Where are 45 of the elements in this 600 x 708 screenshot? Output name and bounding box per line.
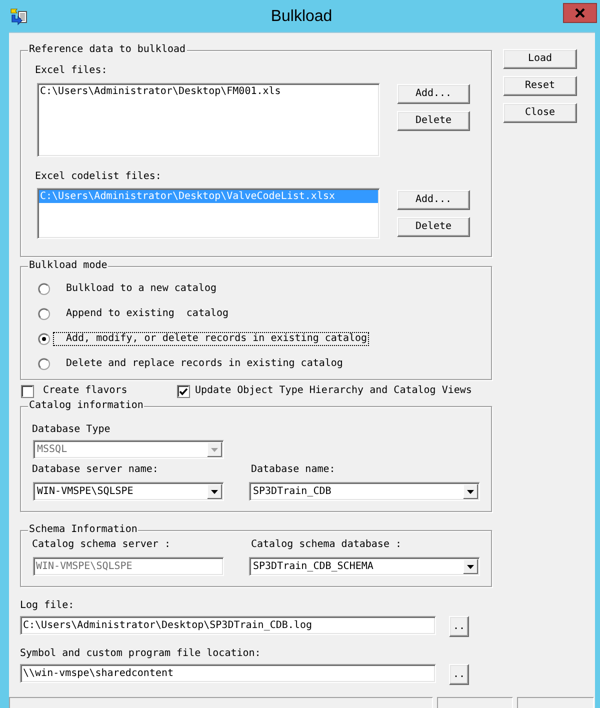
radio-button[interactable] bbox=[38, 358, 50, 370]
field-label: Database Type bbox=[32, 423, 112, 437]
dropdown-arrow-icon[interactable] bbox=[463, 559, 478, 574]
delete-button[interactable]: Delete bbox=[397, 111, 470, 131]
list-item[interactable]: C:\Users\Administrator\Desktop\FM001.xls bbox=[39, 85, 378, 98]
field-label: Database server name: bbox=[32, 463, 160, 477]
close-button[interactable]: Close bbox=[503, 103, 577, 123]
checkbox[interactable] bbox=[177, 384, 190, 398]
field-label: Excel codelist files: bbox=[35, 170, 162, 184]
checkbox[interactable] bbox=[21, 384, 34, 398]
radio-label[interactable]: Bulkload to a new catalog bbox=[53, 282, 219, 296]
checkbox-label[interactable]: Create flavors bbox=[43, 384, 128, 398]
radio-label[interactable]: Delete and replace records in existing catalog bbox=[53, 356, 345, 370]
field-label: Symbol and custom program file location: bbox=[20, 647, 262, 661]
field-label: Log file: bbox=[20, 599, 76, 613]
radio-button[interactable] bbox=[38, 332, 50, 344]
window-close-button[interactable] bbox=[563, 3, 597, 23]
close-icon bbox=[575, 8, 585, 18]
radio-label[interactable]: Append to existing catalog bbox=[53, 306, 231, 320]
radio-button[interactable] bbox=[38, 282, 50, 294]
dropdown[interactable]: WIN-VMSPE\SQLSPE bbox=[33, 482, 224, 501]
dropdown-arrow-icon[interactable] bbox=[463, 484, 478, 499]
excel-files-list[interactable]: C:\Users\Administrator\Desktop\FM001.xls bbox=[37, 83, 380, 157]
load-button[interactable]: Load bbox=[503, 49, 577, 69]
delete-button[interactable]: Delete bbox=[397, 217, 470, 237]
radio-button[interactable] bbox=[38, 308, 50, 320]
browse-button[interactable]: .. bbox=[449, 664, 469, 685]
field-label: Excel files: bbox=[35, 64, 108, 78]
app-icon bbox=[10, 8, 28, 26]
group-title: Catalog information bbox=[28, 399, 144, 413]
field-label: Catalog schema database : bbox=[251, 538, 403, 552]
path-field[interactable]: C:\Users\Administrator\Desktop\SP3DTrain_CDB.log bbox=[20, 616, 436, 635]
dropdown[interactable]: SP3DTrain_CDB_SCHEMA bbox=[249, 557, 480, 576]
dropdown-arrow-icon[interactable] bbox=[207, 484, 222, 499]
window-title: Bulkload bbox=[270, 8, 332, 26]
radio-label[interactable]: Add, modify, or delete records in existing catalog bbox=[53, 332, 370, 346]
browse-button[interactable]: .. bbox=[449, 616, 469, 637]
reset-button[interactable]: Reset bbox=[503, 76, 577, 96]
field-label: Database name: bbox=[251, 463, 336, 477]
add-button[interactable]: Add... bbox=[397, 190, 470, 210]
add-button[interactable]: Add... bbox=[397, 84, 470, 104]
dropdown[interactable]: SP3DTrain_CDB bbox=[249, 482, 480, 501]
checkbox-label[interactable]: Update Object Type Hierarchy and Catalog Views bbox=[195, 384, 472, 398]
field-label: Catalog schema server : bbox=[32, 538, 172, 552]
path-field[interactable]: \\win-vmspe\sharedcontent bbox=[20, 664, 436, 683]
